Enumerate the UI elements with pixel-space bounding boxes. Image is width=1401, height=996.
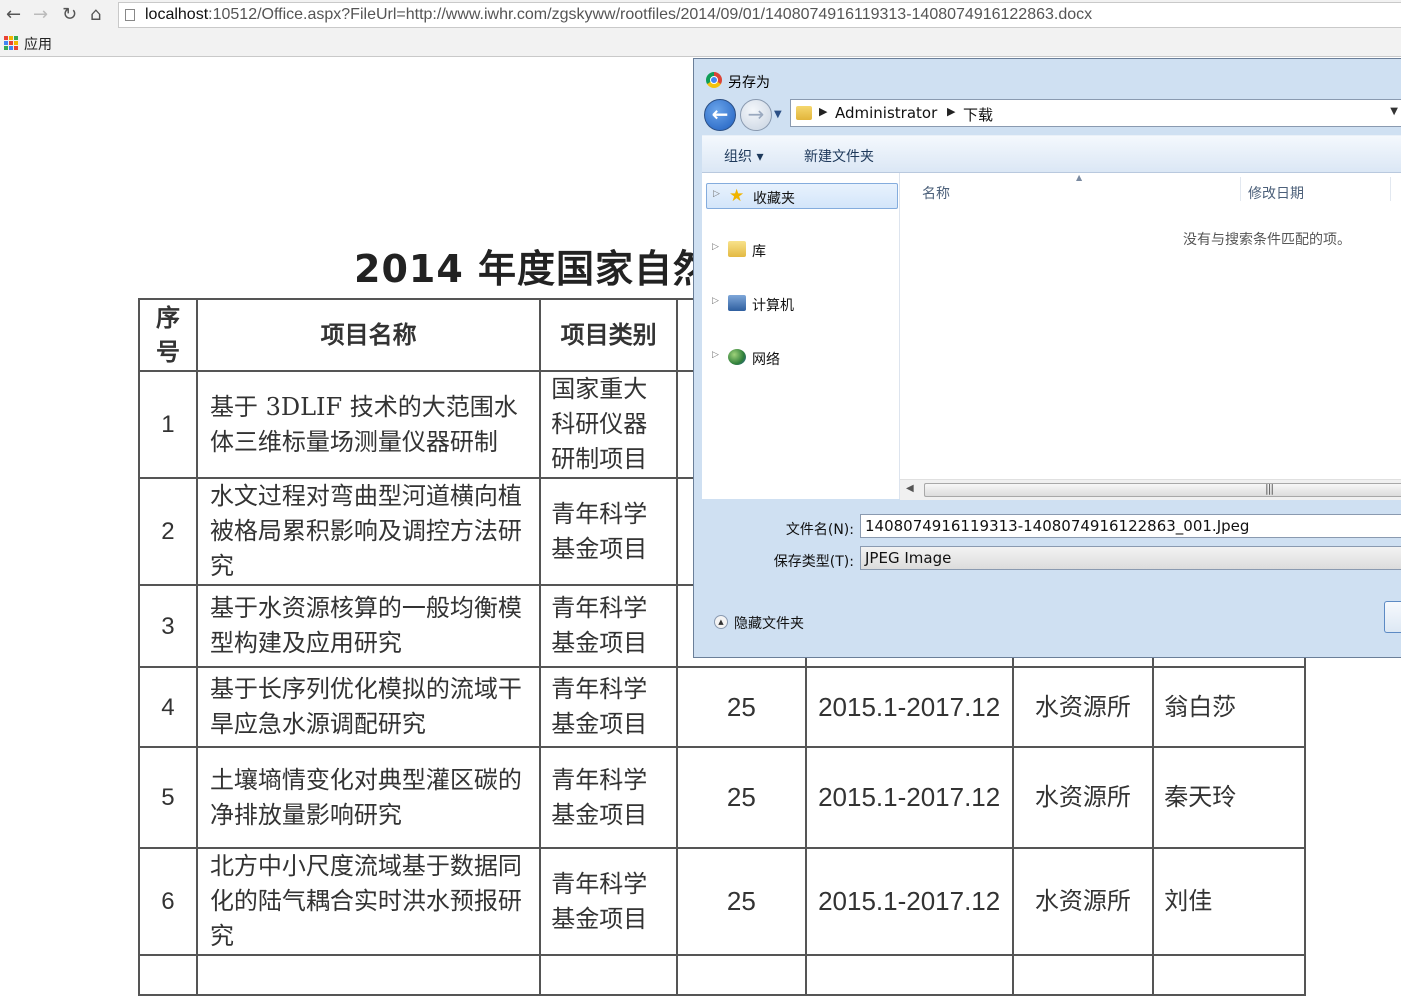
save-button[interactable] bbox=[1384, 601, 1401, 633]
back-button[interactable]: ← bbox=[704, 99, 736, 131]
filetype-select[interactable]: JPEG Image bbox=[860, 546, 1401, 570]
apps-label[interactable]: 应用 bbox=[24, 34, 52, 54]
library-icon bbox=[728, 241, 746, 257]
star-icon: ★ bbox=[729, 186, 745, 206]
table-row: 4 基于长序列优化模拟的流域干旱应急水源调配研究 青年科学基金项目 25 201… bbox=[138, 666, 1306, 748]
nav-item-computer[interactable]: ▷ 计算机 bbox=[706, 291, 898, 317]
table-row bbox=[138, 954, 1306, 996]
header-name: 项目名称 bbox=[195, 298, 542, 372]
filename-label: 文件名(N): bbox=[785, 522, 854, 538]
bookmarks-bar: 应用 bbox=[0, 30, 1401, 57]
header-category: 项目类别 bbox=[539, 298, 678, 372]
network-icon bbox=[728, 349, 746, 365]
empty-list-message: 没有与搜索条件匹配的项。 bbox=[1183, 232, 1351, 248]
back-arrow-icon[interactable]: ← bbox=[6, 4, 21, 26]
forward-arrow-icon[interactable]: → bbox=[33, 4, 48, 26]
history-dropdown-icon[interactable]: ▼ bbox=[774, 109, 782, 120]
column-header-name[interactable]: 名称 bbox=[922, 183, 950, 203]
collapse-up-icon[interactable]: ▲ bbox=[714, 615, 728, 629]
address-bar[interactable]: localhost:10512/Office.aspx?FileUrl=http… bbox=[118, 2, 1401, 28]
dialog-title: 另存为 bbox=[728, 75, 770, 91]
expand-icon[interactable]: ▷ bbox=[712, 350, 719, 360]
table-row: 6 北方中小尺度流域基于数据同化的陆气耦合实时洪水预报研究 青年科学基金项目 2… bbox=[138, 847, 1306, 956]
forward-button[interactable]: → bbox=[740, 99, 772, 131]
file-list-pane: 名称 ▲ 修改日期 没有与搜索条件匹配的项。 ◀ ||| bbox=[900, 173, 1401, 500]
browser-toolbar: ← → ↻ ⌂ localhost:10512/Office.aspx?File… bbox=[0, 0, 1401, 30]
folder-icon bbox=[796, 106, 812, 120]
breadcrumb-chevron-icon[interactable]: ▶ bbox=[819, 105, 827, 118]
apps-grid-icon[interactable] bbox=[4, 36, 18, 50]
expand-icon[interactable]: ▷ bbox=[713, 189, 720, 199]
document-title: 2014 年度国家自然 bbox=[354, 247, 712, 291]
url-text: localhost:10512/Office.aspx?FileUrl=http… bbox=[145, 6, 1093, 23]
save-as-dialog: 另存为 ← → ▼ ▶ Administrator ▶ 下载 ▼ 组织 ▾ 新建… bbox=[693, 58, 1401, 658]
page-icon bbox=[125, 9, 135, 21]
chrome-icon bbox=[706, 72, 722, 88]
filename-input[interactable]: 1408074916119313-1408074916122863_001.Jp… bbox=[860, 514, 1401, 538]
reload-icon[interactable]: ↻ bbox=[62, 4, 77, 26]
breadcrumb-chevron-icon[interactable]: ▶ bbox=[947, 105, 955, 118]
expand-icon[interactable]: ▷ bbox=[712, 296, 719, 306]
navigation-pane: ▷ ★ 收藏夹 ▷ 库 ▷ 计算机 ▷ 网络 bbox=[702, 173, 900, 499]
computer-icon bbox=[728, 295, 746, 311]
nav-item-libraries[interactable]: ▷ 库 bbox=[706, 237, 898, 263]
sort-ascending-icon: ▲ bbox=[1076, 173, 1083, 182]
scroll-left-icon[interactable]: ◀ bbox=[906, 483, 914, 494]
new-folder-button[interactable]: 新建文件夹 bbox=[804, 146, 874, 166]
nav-item-network[interactable]: ▷ 网络 bbox=[706, 345, 898, 371]
horizontal-scrollbar[interactable]: ◀ ||| bbox=[900, 479, 1401, 500]
scrollbar-thumb[interactable]: ||| bbox=[924, 482, 1401, 497]
column-divider[interactable] bbox=[1390, 177, 1391, 201]
nav-item-favorites[interactable]: ▷ ★ 收藏夹 bbox=[706, 183, 898, 209]
breadcrumb-downloads[interactable]: 下载 bbox=[963, 104, 993, 125]
home-icon[interactable]: ⌂ bbox=[90, 4, 101, 26]
organize-button[interactable]: 组织 ▾ bbox=[724, 146, 763, 166]
dialog-address-bar[interactable]: ▶ Administrator ▶ 下载 ▼ bbox=[790, 99, 1401, 127]
column-header-modified[interactable]: 修改日期 bbox=[1248, 183, 1304, 203]
header-no: 序号 bbox=[138, 298, 198, 372]
expand-icon[interactable]: ▷ bbox=[712, 242, 719, 252]
grip-icon: ||| bbox=[1265, 482, 1274, 495]
address-dropdown-icon[interactable]: ▼ bbox=[1390, 106, 1398, 117]
dialog-toolbar: 组织 ▾ 新建文件夹 bbox=[702, 135, 1401, 173]
column-divider[interactable] bbox=[1240, 177, 1241, 201]
breadcrumb-administrator[interactable]: Administrator bbox=[835, 104, 937, 122]
filetype-label: 保存类型(T): bbox=[773, 554, 854, 570]
table-row: 5 土壤墒情变化对典型灌区碳的净排放量影响研究 青年科学基金项目 25 2015… bbox=[138, 746, 1306, 849]
